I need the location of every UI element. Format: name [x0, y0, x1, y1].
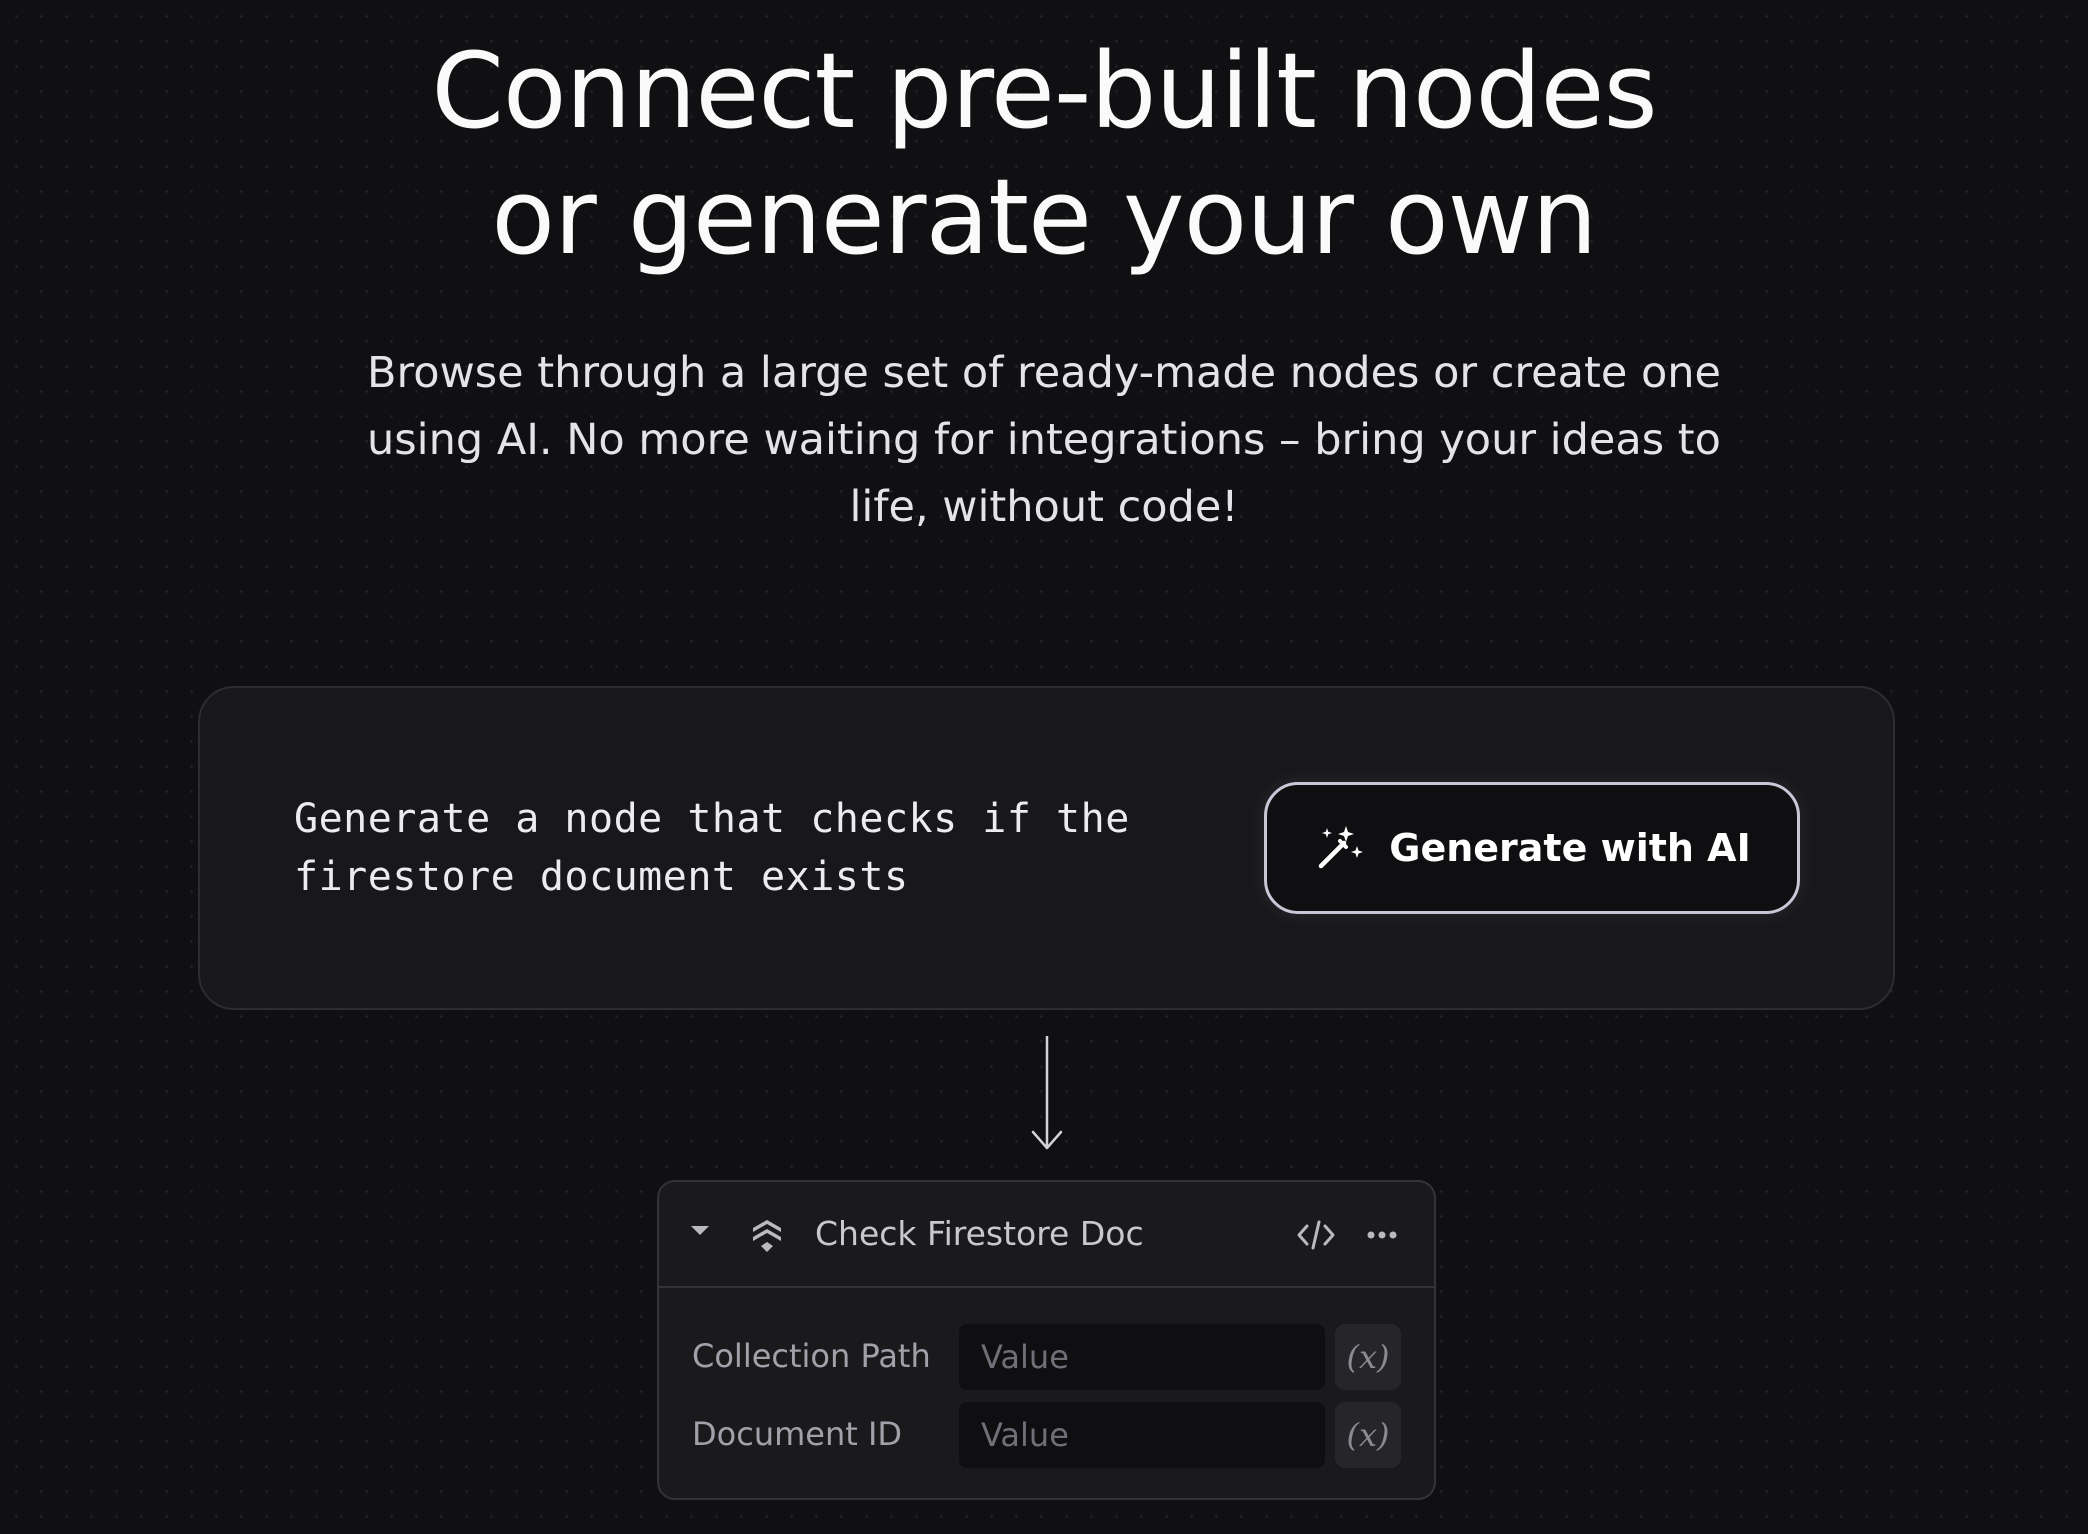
document-id-input[interactable]	[959, 1402, 1325, 1468]
document-id-label: Document ID	[692, 1415, 903, 1453]
hero-subtitle: Browse through a large set of ready-made…	[0, 340, 2088, 541]
collection-path-variable-button[interactable]: (x)	[1335, 1324, 1401, 1390]
generate-with-ai-button[interactable]: Generate with AI	[1264, 782, 1800, 914]
magic-wand-sparkles-icon	[1313, 822, 1365, 874]
arrow-down-icon	[1031, 1036, 1063, 1150]
node-title: Check Firestore Doc	[815, 1214, 1144, 1253]
hero-title-line-1: Connect pre-built nodes	[431, 30, 1657, 152]
collection-path-label: Collection Path	[692, 1337, 931, 1375]
hero-title: Connect pre-built nodes or generate your…	[0, 28, 2088, 280]
prompt-text-line-1: Generate a node that checks if the	[294, 796, 1130, 842]
collection-path-input[interactable]	[959, 1324, 1325, 1390]
hero-subtitle-line-3: life, without code!	[849, 482, 1239, 532]
collapse-caret-icon[interactable]	[691, 1226, 709, 1235]
node-header: Check Firestore Doc	[659, 1182, 1434, 1288]
firestore-icon	[747, 1216, 787, 1260]
generate-with-ai-label: Generate with AI	[1389, 826, 1751, 870]
prompt-text: Generate a node that checks if the fires…	[294, 790, 1174, 906]
hero-subtitle-line-1: Browse through a large set of ready-made…	[367, 348, 1721, 398]
document-id-variable-button[interactable]: (x)	[1335, 1402, 1401, 1468]
node-card-check-firestore-doc[interactable]: Check Firestore Doc Collection Path (x) …	[657, 1180, 1436, 1500]
hero-subtitle-line-2: using AI. No more waiting for integratio…	[367, 415, 1721, 465]
code-icon[interactable]	[1293, 1212, 1339, 1258]
ai-prompt-card: Generate a node that checks if the fires…	[198, 686, 1895, 1010]
prompt-text-line-2: firestore document exists	[294, 854, 909, 900]
more-options-icon[interactable]	[1359, 1212, 1405, 1258]
hero-title-line-2: or generate your own	[491, 156, 1597, 278]
